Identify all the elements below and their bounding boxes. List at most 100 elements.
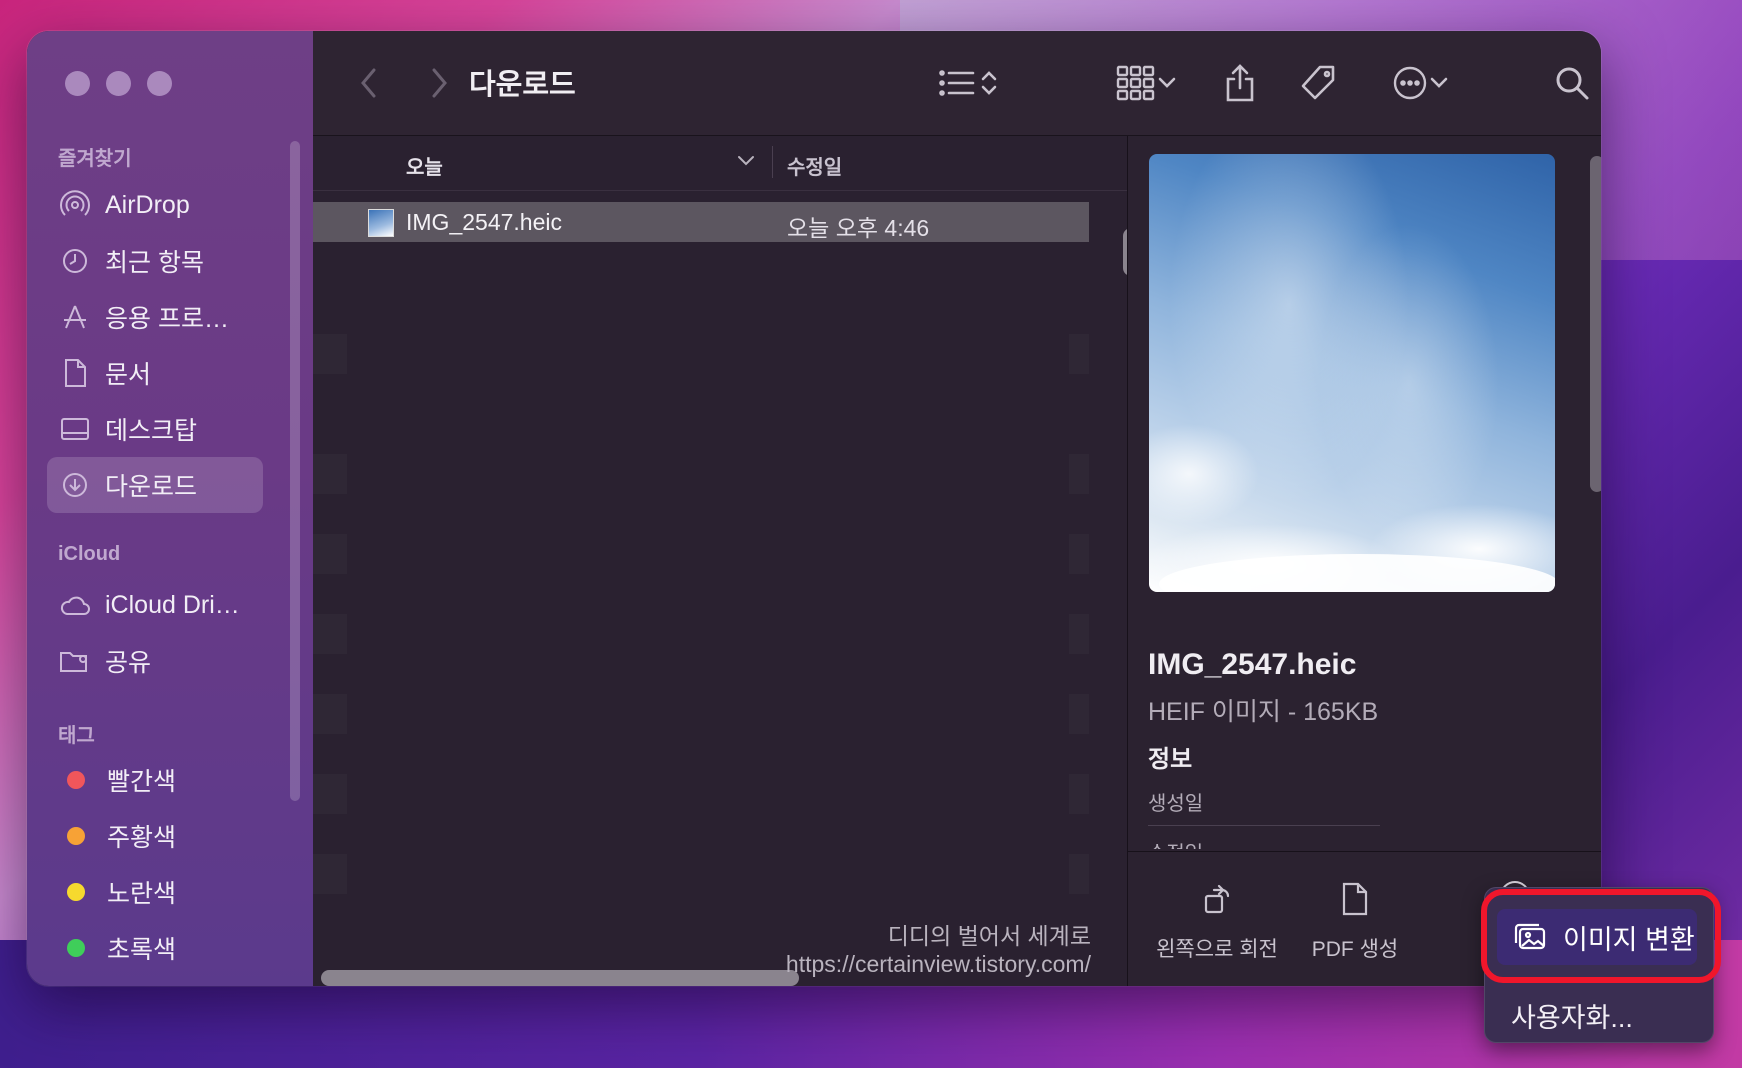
favorites-section-title: 즐겨찾기	[58, 148, 132, 170]
sidebar-item-shared[interactable]: 공유	[47, 633, 263, 689]
sidebar: 즐겨찾기 AirDrop 최근 항목 응용 프로… 문서 데스크탑 다운로드 i…	[27, 31, 313, 986]
tag-color-dot	[67, 771, 85, 789]
empty-row-stripe	[313, 454, 347, 494]
clock-icon	[59, 245, 91, 277]
search-icon	[1556, 67, 1589, 100]
image-file-icon	[368, 209, 394, 237]
sidebar-tag-red[interactable]: 빨간색	[47, 752, 263, 808]
sidebar-item-label: 문서	[105, 361, 152, 389]
chevron-down-icon	[1430, 77, 1448, 88]
sidebar-item-documents[interactable]: 문서	[47, 345, 263, 401]
file-name: IMG_2547.heic	[406, 209, 562, 235]
sidebar-item-label: 주황색	[107, 824, 177, 852]
watermark-line-2: https://certainview.tistory.com/	[785, 951, 1091, 977]
document-icon	[59, 357, 91, 389]
grid-icon	[1116, 65, 1155, 101]
empty-row-stripe	[313, 774, 347, 814]
sidebar-item-icloud-drive[interactable]: iCloud Dri…	[47, 577, 263, 633]
rotate-left-icon	[1204, 884, 1230, 914]
search-button[interactable]	[1547, 61, 1597, 105]
watermark: 디디의 벌어서 세계로 https://certainview.tistory.…	[681, 922, 1091, 978]
back-button[interactable]	[349, 61, 389, 105]
empty-row-stripe	[1069, 854, 1089, 894]
table-row[interactable]: IMG_2547.heic 오늘 오후 4:46	[313, 202, 1089, 242]
share-button[interactable]	[1215, 61, 1265, 105]
sidebar-tag-green[interactable]: 초록색	[47, 920, 263, 976]
column-name-header[interactable]: 오늘	[406, 151, 443, 180]
chevron-down-icon	[1158, 77, 1176, 88]
file-list: 오늘 수정일 IMG_2547.heic 오늘 오후 4:46 디디의 벌어서 …	[313, 136, 1139, 986]
sidebar-item-label: 노란색	[107, 880, 177, 908]
cloud-icon	[59, 589, 91, 621]
empty-row-stripe	[313, 614, 347, 654]
sidebar-item-label: 최근 항목	[105, 249, 204, 277]
tag-color-dot	[67, 827, 85, 845]
tag-color-dot	[67, 883, 85, 901]
sidebar-item-airdrop[interactable]: AirDrop	[47, 177, 263, 233]
create-pdf-button[interactable]: PDF 생성	[1300, 882, 1410, 963]
download-icon	[59, 469, 91, 501]
list-view-icon	[939, 70, 975, 96]
view-options-button[interactable]	[929, 61, 1009, 105]
empty-row-stripe	[313, 694, 347, 734]
empty-row-stripe	[313, 854, 347, 894]
sidebar-item-applications[interactable]: 응용 프로…	[47, 289, 263, 345]
sidebar-scrollbar[interactable]	[290, 141, 300, 801]
column-modified-header[interactable]: 수정일	[787, 151, 842, 180]
icloud-section-title: iCloud	[58, 543, 121, 565]
column-divider[interactable]	[772, 146, 773, 178]
sidebar-item-label: AirDrop	[105, 190, 190, 219]
finder-window: 즐겨찾기 AirDrop 최근 항목 응용 프로… 문서 데스크탑 다운로드 i…	[27, 31, 1601, 986]
sidebar-item-label: 응용 프로…	[105, 305, 229, 333]
zoom-window-button[interactable]	[147, 71, 172, 96]
empty-row-stripe	[1069, 694, 1089, 734]
info-heading: 정보	[1148, 746, 1193, 773]
sidebar-tag-orange[interactable]: 주황색	[47, 808, 263, 864]
window-controls	[65, 71, 172, 96]
sidebar-item-label: 초록색	[107, 936, 177, 964]
column-header: 오늘 수정일	[313, 136, 1127, 191]
empty-row-stripe	[1069, 614, 1089, 654]
preview-file-name: IMG_2547.heic	[1148, 648, 1357, 681]
sidebar-tag-yellow[interactable]: 노란색	[47, 864, 263, 920]
customize-menu-item[interactable]: 사용자화...	[1511, 996, 1633, 1035]
chevron-up-down-icon	[981, 71, 997, 95]
sidebar-item-desktop[interactable]: 데스크탑	[47, 401, 263, 457]
empty-row-stripe	[1069, 334, 1089, 374]
create-pdf-label: PDF 생성	[1311, 938, 1399, 961]
applications-icon	[59, 301, 91, 333]
watermark-line-1: 디디의 벌어서 세계로	[887, 923, 1091, 949]
group-by-button[interactable]	[1108, 61, 1186, 105]
preview-pane: IMG_2547.heic HEIF 이미지 - 165KB 정보 생성일 수정…	[1127, 136, 1601, 986]
tag-button[interactable]	[1293, 61, 1343, 105]
empty-row-stripe	[313, 534, 347, 574]
close-window-button[interactable]	[65, 71, 90, 96]
sidebar-item-label: 공유	[105, 649, 152, 677]
sidebar-item-label: 다운로드	[105, 473, 198, 501]
rotate-left-button[interactable]: 왼쪽으로 회전	[1152, 882, 1282, 963]
chevron-down-icon[interactable]	[737, 154, 755, 172]
preview-scrollbar[interactable]	[1590, 156, 1601, 492]
tag-color-dot	[67, 939, 85, 957]
chevron-left-icon	[361, 68, 376, 98]
info-divider	[1148, 825, 1380, 826]
sidebar-item-downloads[interactable]: 다운로드	[47, 457, 263, 513]
rotate-left-label: 왼쪽으로 회전	[1156, 938, 1278, 961]
tags-section-title: 태그	[58, 725, 95, 747]
forward-button[interactable]	[419, 61, 459, 105]
ellipsis-circle-icon	[1393, 66, 1427, 100]
empty-row-stripe	[1069, 534, 1089, 574]
more-actions-button[interactable]	[1381, 61, 1461, 105]
tag-icon	[1301, 65, 1335, 100]
sidebar-item-label: 빨간색	[107, 768, 177, 796]
preview-file-type: HEIF 이미지 - 165KB	[1148, 698, 1379, 726]
sidebar-item-recents[interactable]: 최근 항목	[47, 233, 263, 289]
shared-folder-icon	[59, 645, 91, 677]
image-preview	[1149, 154, 1555, 592]
modified-label: 수정일	[1148, 837, 1203, 849]
created-label: 생성일	[1148, 793, 1204, 815]
airdrop-icon	[59, 189, 91, 221]
empty-row-stripe	[1069, 454, 1089, 494]
minimize-window-button[interactable]	[106, 71, 131, 96]
empty-row-stripe	[1069, 774, 1089, 814]
